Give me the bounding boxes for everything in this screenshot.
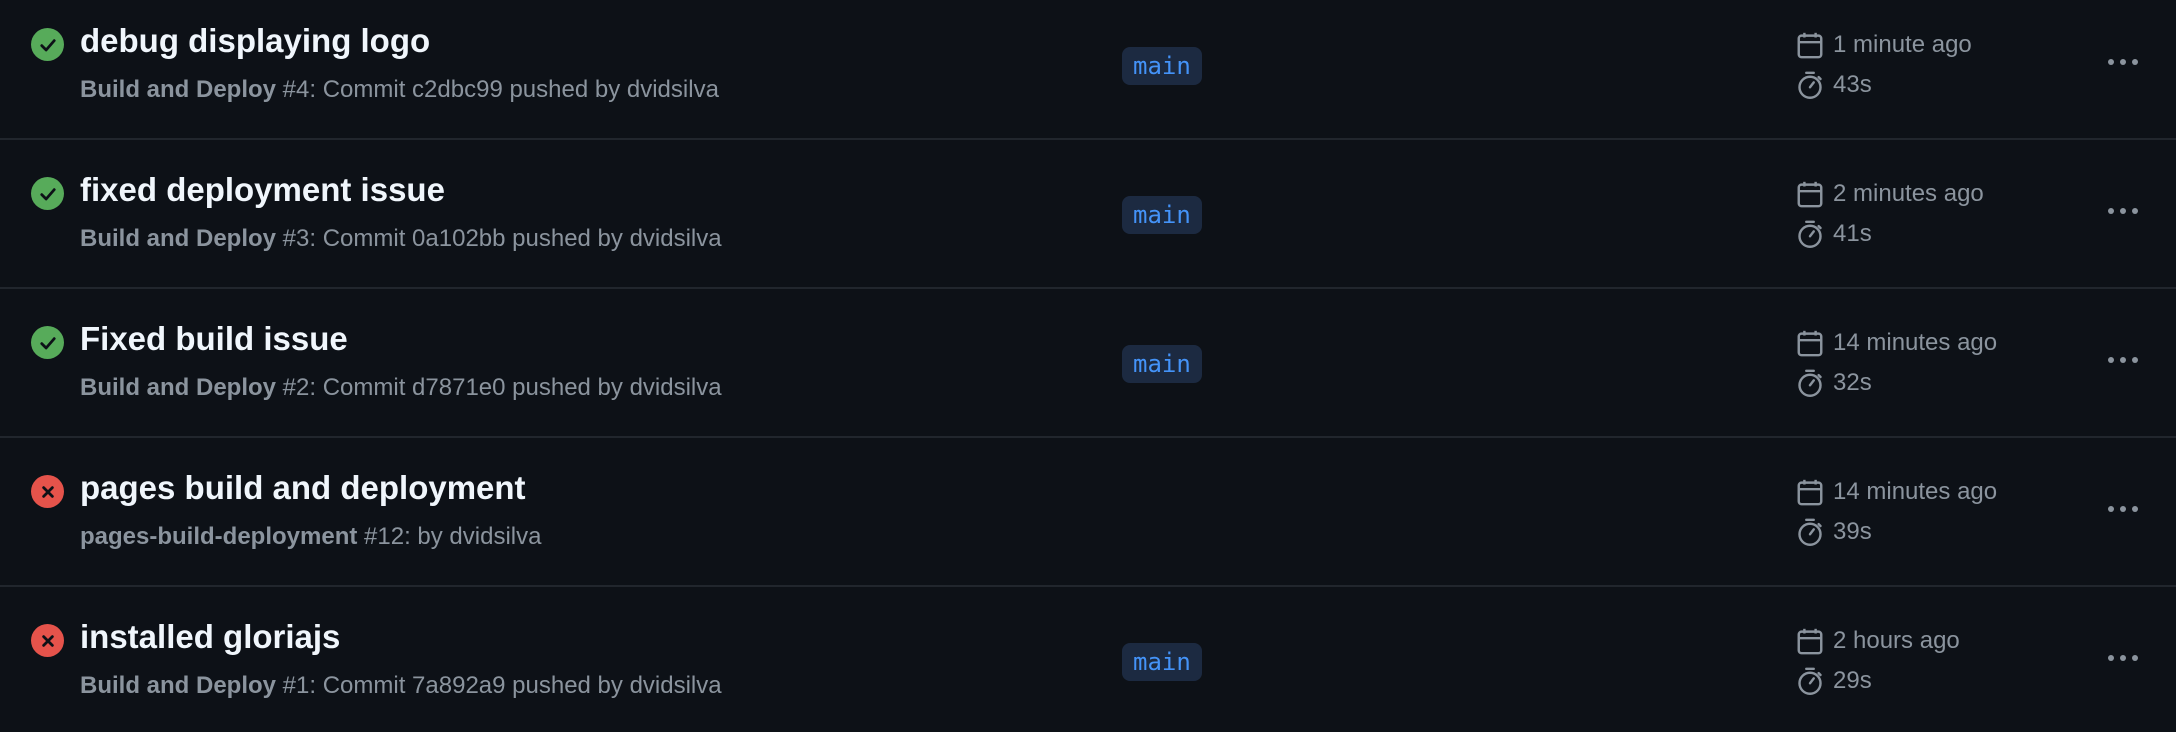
run-subtitle: Build and Deploy #2: Commit d7871e0 push… xyxy=(80,374,722,402)
run-time: 2 minutes ago xyxy=(1795,179,1984,209)
stopwatch-icon xyxy=(1798,71,1822,99)
x-circle-icon xyxy=(31,475,64,508)
run-time-text: 2 hours ago xyxy=(1833,627,1960,654)
run-title[interactable]: debug displaying logo xyxy=(80,22,430,60)
run-duration: 41s xyxy=(1795,219,1872,249)
run-subtitle: Build and Deploy #4: Commit c2dbc99 push… xyxy=(80,76,719,104)
run-subtitle: Build and Deploy #1: Commit 7a892a9 push… xyxy=(80,672,722,700)
calendar-icon xyxy=(1797,628,1823,655)
kebab-horizontal-icon[interactable] xyxy=(2103,489,2143,529)
x-circle-icon xyxy=(31,624,64,657)
run-subtitle: Build and Deploy #3: Commit 0a102bb push… xyxy=(80,225,722,253)
calendar-icon xyxy=(1797,479,1823,506)
run-time: 2 hours ago xyxy=(1795,626,1960,656)
workflow-run-row[interactable]: Fixed build issue Build and Deploy #2: C… xyxy=(0,290,2176,438)
run-time-text: 14 minutes ago xyxy=(1833,478,1998,505)
run-time: 14 minutes ago xyxy=(1795,477,1997,507)
calendar-icon xyxy=(1797,181,1823,208)
calendar-icon xyxy=(1797,32,1823,59)
stopwatch-icon xyxy=(1798,220,1822,248)
kebab-horizontal-icon[interactable] xyxy=(2103,340,2143,380)
workflow-run-row[interactable]: debug displaying logo Build and Deploy #… xyxy=(0,0,2176,140)
workflow-name[interactable]: pages-build-deployment xyxy=(80,523,357,550)
run-duration-text: 41s xyxy=(1833,220,1872,247)
workflow-name[interactable]: Build and Deploy xyxy=(80,672,276,699)
run-detail: #12: by dvidsilva xyxy=(357,523,542,550)
branch-badge[interactable]: main xyxy=(1122,345,1202,383)
stopwatch-icon xyxy=(1798,667,1822,695)
run-time-text: 14 minutes ago xyxy=(1833,329,1998,356)
stopwatch-icon xyxy=(1798,369,1822,397)
run-title[interactable]: Fixed build issue xyxy=(80,320,348,358)
branch-badge[interactable]: main xyxy=(1122,196,1202,234)
kebab-horizontal-icon[interactable] xyxy=(2103,638,2143,678)
run-title[interactable]: fixed deployment issue xyxy=(80,171,445,209)
run-time: 1 minute ago xyxy=(1795,30,1972,60)
check-circle-icon xyxy=(31,177,64,210)
check-circle-icon xyxy=(31,28,64,61)
run-duration-text: 43s xyxy=(1833,71,1872,98)
run-duration-text: 29s xyxy=(1833,667,1872,694)
run-detail: #4: Commit c2dbc99 pushed by dvidsilva xyxy=(276,76,719,103)
run-time-text: 1 minute ago xyxy=(1833,31,1972,58)
kebab-horizontal-icon[interactable] xyxy=(2103,42,2143,82)
run-detail: #2: Commit d7871e0 pushed by dvidsilva xyxy=(276,374,722,401)
workflow-run-row[interactable]: installed gloriajs Build and Deploy #1: … xyxy=(0,588,2176,732)
workflow-name[interactable]: Build and Deploy xyxy=(80,225,276,252)
workflow-name[interactable]: Build and Deploy xyxy=(80,374,276,401)
run-duration-text: 39s xyxy=(1833,518,1872,545)
kebab-horizontal-icon[interactable] xyxy=(2103,191,2143,231)
workflow-runs-list: debug displaying logo Build and Deploy #… xyxy=(0,0,2176,732)
stopwatch-icon xyxy=(1798,518,1822,546)
calendar-icon xyxy=(1797,330,1823,357)
run-title[interactable]: pages build and deployment xyxy=(80,469,526,507)
run-time-text: 2 minutes ago xyxy=(1833,180,1984,207)
run-duration: 39s xyxy=(1795,517,1872,547)
branch-badge[interactable]: main xyxy=(1122,47,1202,85)
workflow-name[interactable]: Build and Deploy xyxy=(80,76,276,103)
run-time: 14 minutes ago xyxy=(1795,328,1997,358)
run-subtitle: pages-build-deployment #12: by dvidsilva xyxy=(80,523,541,551)
check-circle-icon xyxy=(31,326,64,359)
run-detail: #3: Commit 0a102bb pushed by dvidsilva xyxy=(276,225,722,252)
run-duration-text: 32s xyxy=(1833,369,1872,396)
branch-badge[interactable]: main xyxy=(1122,643,1202,681)
run-detail: #1: Commit 7a892a9 pushed by dvidsilva xyxy=(276,672,722,699)
workflow-run-row[interactable]: fixed deployment issue Build and Deploy … xyxy=(0,141,2176,289)
workflow-run-row[interactable]: pages build and deployment pages-build-d… xyxy=(0,439,2176,587)
run-duration: 29s xyxy=(1795,666,1872,696)
run-duration: 43s xyxy=(1795,70,1872,100)
run-duration: 32s xyxy=(1795,368,1872,398)
run-title[interactable]: installed gloriajs xyxy=(80,618,340,656)
